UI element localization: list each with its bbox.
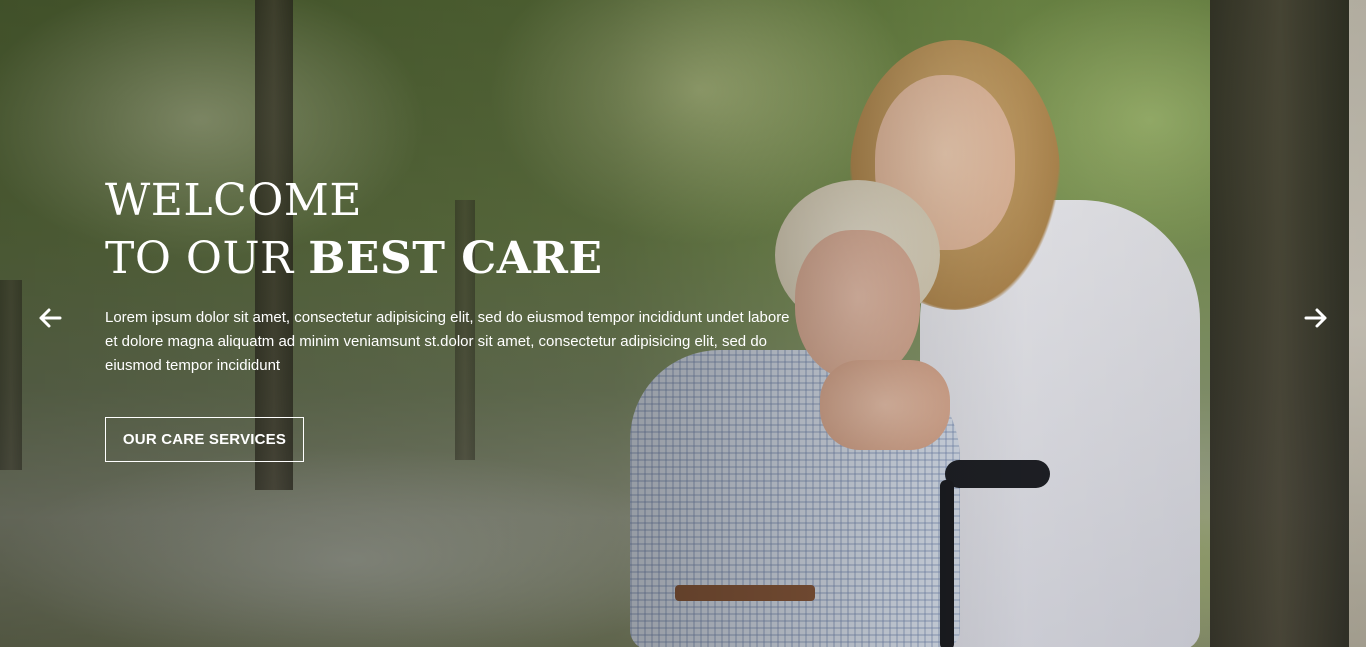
arrow-left-icon xyxy=(35,303,65,333)
hero-slider: WELCOME TO OUR BEST CARE Lorem ipsum dol… xyxy=(0,0,1366,647)
slider-next-button[interactable] xyxy=(1301,303,1331,333)
hero-title-line2-regular: TO OUR xyxy=(105,233,309,284)
hero-content: WELCOME TO OUR BEST CARE Lorem ipsum dol… xyxy=(105,172,825,378)
slider-prev-button[interactable] xyxy=(35,303,65,333)
hero-title-line2-bold: BEST CARE xyxy=(308,233,603,284)
hero-description: Lorem ipsum dolor sit amet, consectetur … xyxy=(105,309,790,374)
hero-title: WELCOME TO OUR BEST CARE xyxy=(105,172,825,288)
hero-title-line1: WELCOME xyxy=(105,175,362,226)
our-care-services-button[interactable]: OUR CARE SERVICES xyxy=(105,417,304,462)
arrow-right-icon xyxy=(1301,303,1331,333)
